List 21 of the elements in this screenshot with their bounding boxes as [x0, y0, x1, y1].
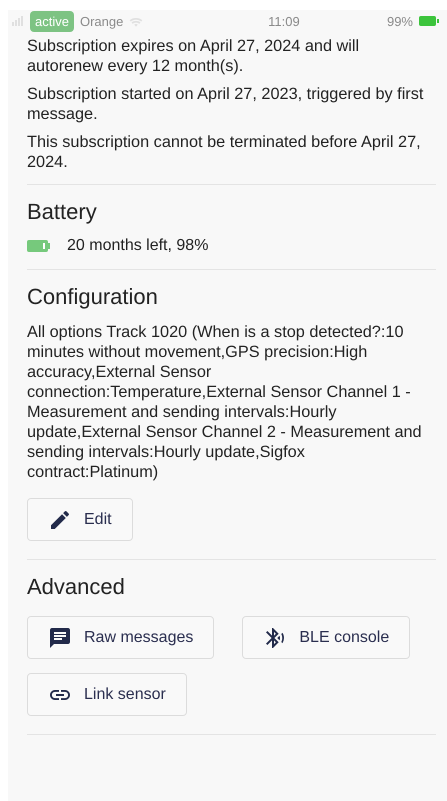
battery-icon: [27, 240, 51, 252]
clock-time: 11:09: [268, 14, 301, 28]
signal-icon: [12, 16, 24, 26]
section-title: Configuration: [27, 284, 159, 310]
configuration-text: All options Track 1020 (When is a stop detected?:10 minutes without movement,GPS precision:High accuracy,External Sensor connection:Temperature,External Sensor Channel 1 - Measurement and sending intervals:Hourly update,External Sensor Channel 2 - Measurement and sending intervals:Hourly update,Sigfox contract:Platinum): [27, 322, 423, 482]
subscription-info: This subscription cannot be terminated before April 27, 2024.: [27, 132, 422, 172]
subscription-info: Subscription expires on April 27, 2024 and will autorenew every 12 month(s).: [27, 36, 360, 76]
battery-icon: [419, 16, 439, 26]
wifi-icon: [129, 16, 144, 26]
battery-percent: 99%: [386, 14, 413, 28]
link-button[interactable]: Link sensor: [27, 673, 187, 716]
message-button[interactable]: Raw messages: [27, 616, 214, 659]
section-title: Advanced: [27, 574, 126, 600]
pencil-button[interactable]: Edit: [27, 498, 133, 541]
section-title: Battery: [27, 199, 98, 225]
message-icon: [48, 626, 72, 650]
carrier-name: Orange: [80, 14, 124, 28]
battery-status: 20 months left, 98%: [67, 237, 208, 255]
bluetooth-button[interactable]: BLE console: [242, 616, 410, 659]
status-badge: active: [30, 10, 74, 32]
subscription-info: Subscription started on April 27, 2023, triggered by first message.: [27, 84, 424, 124]
